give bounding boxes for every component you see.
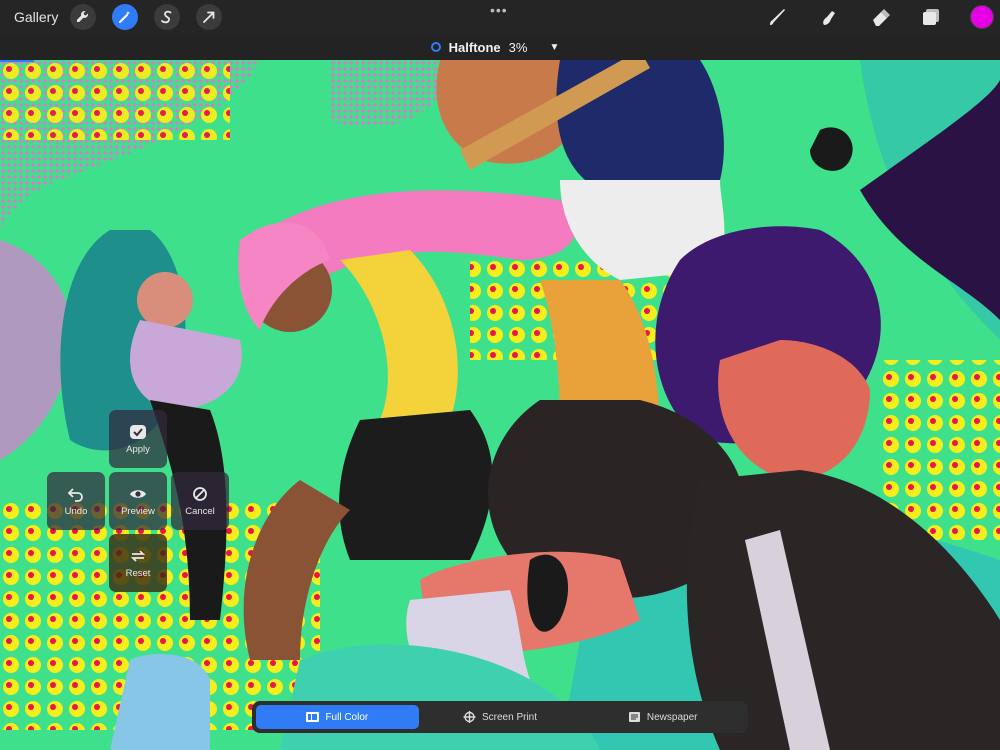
adjustment-progress-indicator [0, 60, 34, 62]
mode-newspaper-label: Newspaper [646, 711, 698, 723]
mode-newspaper[interactable]: Newspaper [581, 705, 744, 729]
reset-label: Reset [125, 567, 151, 579]
reset-button[interactable]: Reset [109, 534, 167, 592]
cancel-icon [193, 486, 207, 501]
apply-button[interactable]: Apply [109, 410, 167, 468]
full-color-icon [306, 712, 320, 722]
cancel-label: Cancel [185, 505, 215, 517]
artwork-illustration [0, 60, 1000, 750]
layers-icon[interactable] [918, 4, 944, 30]
mode-full-color-label: Full Color [325, 711, 369, 723]
checkmark-icon [130, 424, 146, 439]
magic-wand-icon[interactable] [112, 4, 138, 30]
selection-s-icon[interactable] [154, 4, 180, 30]
artwork-canvas[interactable] [0, 60, 1000, 750]
apply-label: Apply [126, 443, 150, 455]
wrench-icon[interactable] [70, 4, 96, 30]
gallery-button[interactable]: Gallery [14, 9, 64, 25]
eye-icon [130, 489, 146, 498]
adjustment-header: Halftone 3% ▼ [0, 34, 1000, 60]
top-toolbar: Gallery ••• [0, 0, 1000, 34]
newspaper-icon [628, 712, 640, 722]
undo-button[interactable]: Undo [47, 472, 105, 530]
eraser-icon[interactable] [868, 4, 894, 30]
reset-icon [130, 549, 146, 562]
preview-label: Preview [121, 505, 155, 517]
undo-icon [67, 487, 83, 502]
adjustment-percent: 3% [508, 39, 528, 55]
smudge-icon[interactable] [816, 4, 842, 30]
color-picker-swatch[interactable] [970, 5, 994, 29]
halftone-mode-selector: Full Color Screen Print Newspaper [252, 701, 748, 733]
mode-screen-print[interactable]: Screen Print [419, 705, 582, 729]
chevron-down-icon[interactable]: ▼ [549, 42, 559, 53]
arrow-cursor-icon[interactable] [196, 4, 222, 30]
mode-full-color[interactable]: Full Color [256, 705, 419, 729]
mode-screen-print-label: Screen Print [481, 711, 538, 723]
preview-button[interactable]: Preview [109, 472, 167, 530]
cancel-button[interactable]: Cancel [171, 472, 229, 530]
brush-icon[interactable] [764, 4, 790, 30]
adjustment-name[interactable]: Halftone [449, 40, 501, 55]
halftone-icon [430, 42, 441, 52]
undo-label: Undo [64, 505, 88, 517]
screen-print-icon [463, 711, 476, 723]
more-options-icon[interactable]: ••• [490, 2, 508, 18]
